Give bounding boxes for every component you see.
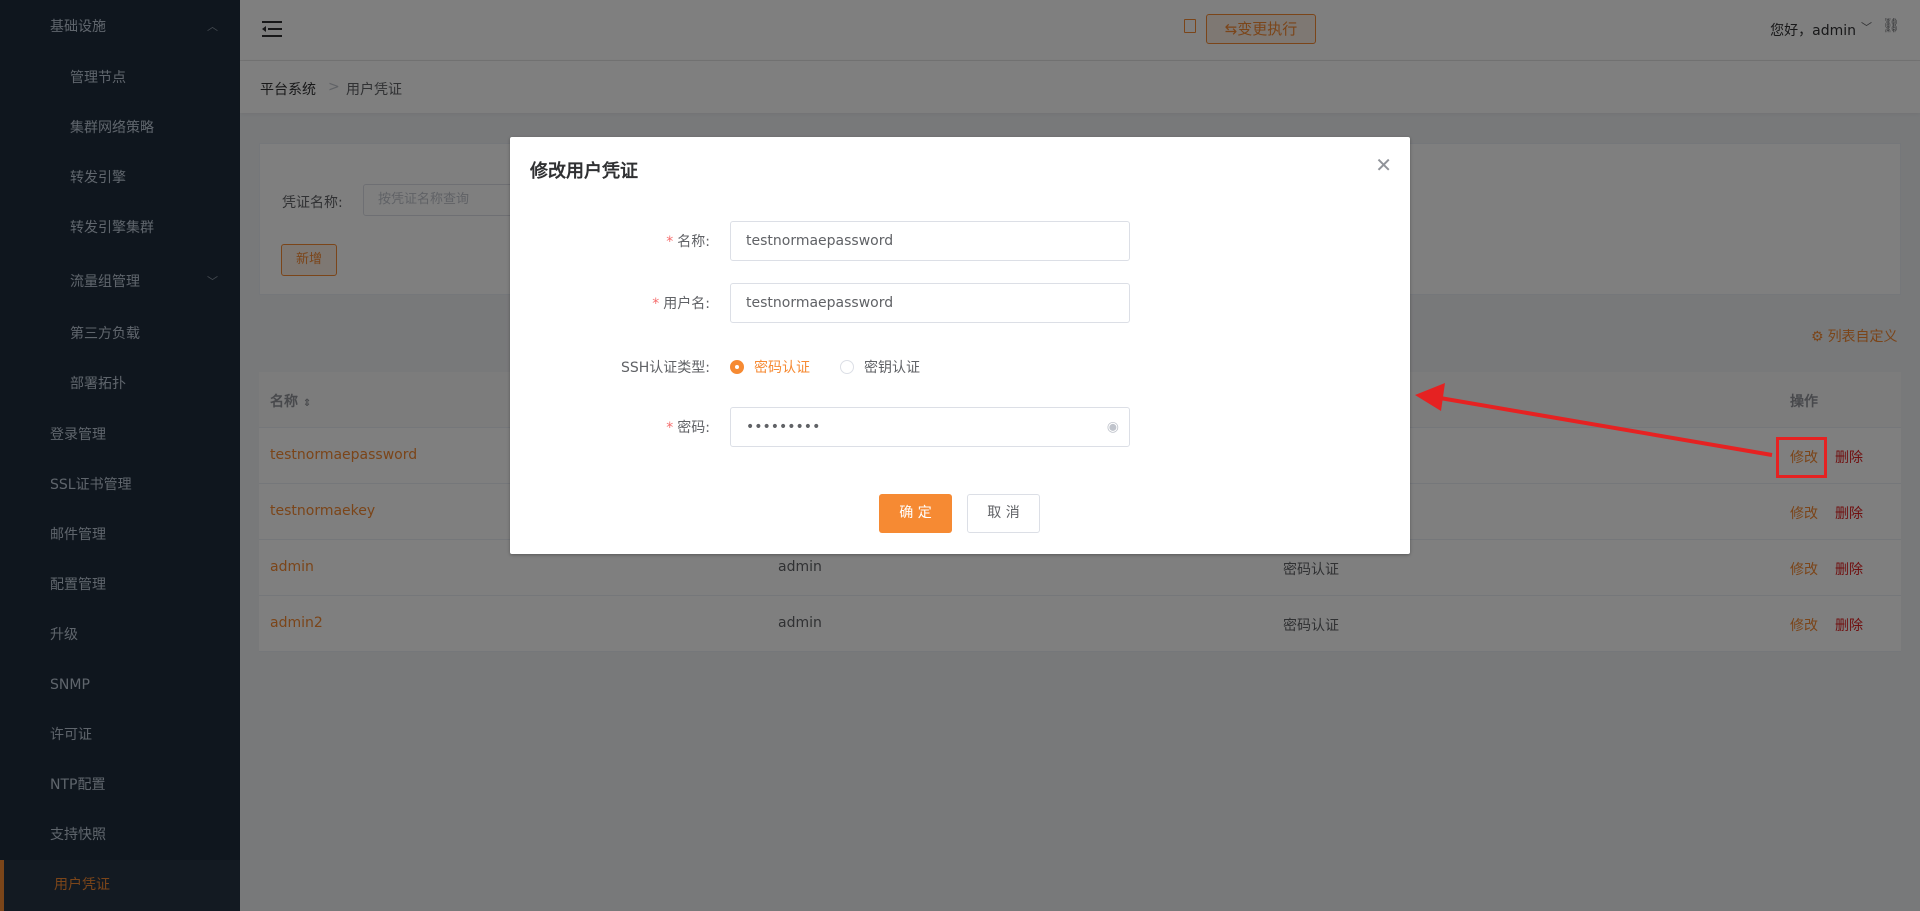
ssh-type-label: SSH认证类型: [620, 360, 710, 376]
radio-checked-icon [730, 360, 744, 374]
edit-credential-dialog: 修改用户凭证 ✕ * 名称: testnormaepassword * 用户名: t… [510, 137, 1410, 554]
radio-key-auth[interactable]: 密钥认证 [840, 357, 920, 377]
close-icon[interactable]: ✕ [1375, 153, 1392, 177]
name-input[interactable]: testnormaepassword [730, 221, 1130, 261]
radio-password-auth[interactable]: 密码认证 [730, 357, 810, 377]
dialog-title: 修改用户凭证 [530, 161, 638, 182]
confirm-button[interactable]: 确 定 [879, 494, 952, 533]
name-label: * 名称: [666, 234, 710, 250]
password-input[interactable]: ••••••••• ◉ [730, 407, 1130, 447]
radio-unchecked-icon [840, 360, 854, 374]
annotation-highlight-box [1776, 437, 1827, 478]
eye-icon[interactable]: ◉ [1107, 408, 1119, 446]
cancel-button[interactable]: 取 消 [967, 494, 1040, 533]
username-input[interactable]: testnormaepassword [730, 283, 1130, 323]
username-label: * 用户名: [652, 296, 710, 312]
password-label: * 密码: [666, 420, 710, 436]
